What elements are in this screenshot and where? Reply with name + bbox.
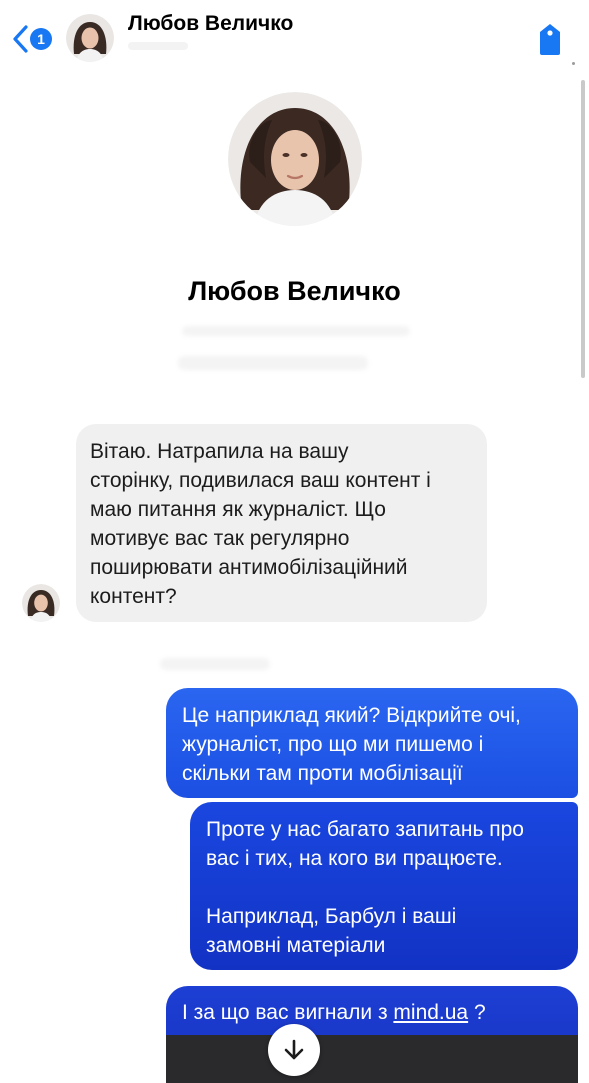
profile-name: Любов Величко bbox=[188, 276, 401, 306]
tag-icon[interactable] bbox=[536, 22, 564, 56]
profile-subtitle-blurred bbox=[182, 326, 410, 336]
header-indicator-dot bbox=[572, 62, 575, 65]
avatar-photo bbox=[66, 14, 114, 62]
profile-photo bbox=[228, 92, 362, 226]
message-incoming[interactable]: Вітаю. Натрапила на вашу сторінку, подив… bbox=[76, 424, 487, 622]
contact-avatar[interactable] bbox=[66, 14, 114, 62]
timestamp-blurred bbox=[160, 658, 270, 670]
unread-count-badge: 1 bbox=[30, 28, 52, 50]
arrow-down-icon bbox=[284, 1039, 304, 1060]
profile-info-blurred bbox=[178, 356, 368, 370]
message-outgoing[interactable]: Проте у нас багато запитань про вас і ти… bbox=[190, 802, 578, 970]
sender-avatar[interactable] bbox=[22, 584, 60, 622]
contact-name[interactable]: Любов Величко bbox=[128, 12, 293, 36]
message-text-end: ? bbox=[468, 1001, 486, 1024]
scroll-to-bottom-button[interactable] bbox=[268, 1024, 320, 1076]
profile-avatar[interactable] bbox=[228, 92, 362, 226]
message-outgoing[interactable]: Це наприклад який? Відкрийте очі, журнал… bbox=[166, 688, 578, 798]
chevron-left-icon[interactable] bbox=[10, 22, 32, 56]
messenger-chat-screen: 1 Любов Величко Любов Величко Вітаю. Нат… bbox=[0, 0, 589, 1083]
back-button[interactable]: 1 bbox=[10, 22, 58, 56]
sender-photo bbox=[22, 584, 60, 622]
message-link[interactable]: mind.ua bbox=[393, 1001, 468, 1024]
contact-status-blurred bbox=[128, 42, 188, 50]
message-text: І за що вас вигнали з bbox=[182, 1001, 394, 1024]
scrollbar[interactable] bbox=[581, 80, 585, 378]
composer-bar bbox=[166, 1035, 578, 1083]
chat-header: 1 Любов Величко bbox=[0, 0, 589, 70]
